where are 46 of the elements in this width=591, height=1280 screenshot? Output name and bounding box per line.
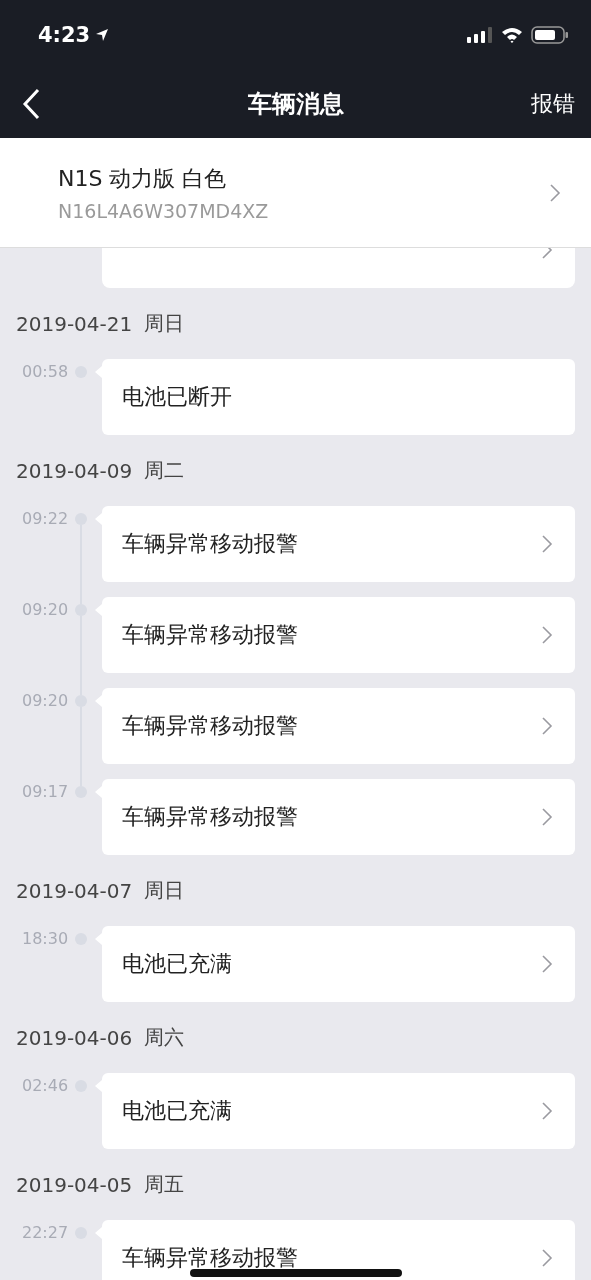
back-icon — [22, 88, 40, 120]
chevron-right-icon — [541, 716, 553, 736]
chevron-right-icon — [541, 534, 553, 554]
date-label: 2019-04-05 — [16, 1172, 133, 1197]
weekday-label: 周六 — [144, 1024, 185, 1051]
date-label: 2019-04-06 — [16, 1025, 133, 1050]
message-time: 09:20 — [22, 600, 69, 619]
chevron-right-icon — [541, 954, 553, 974]
message-card[interactable]: 电池已断开 — [102, 359, 575, 435]
message-card[interactable]: 电池已充满 — [102, 1073, 575, 1149]
message-time: 00:58 — [22, 362, 69, 381]
battery-icon — [531, 26, 569, 44]
message-time: 09:17 — [22, 782, 69, 801]
location-arrow-icon — [95, 28, 110, 42]
date-label: 2019-04-21 — [16, 311, 133, 336]
message-card[interactable]: 电池已充满 — [102, 926, 575, 1002]
message-card[interactable]: 车辆异常移动报警 — [102, 1220, 575, 1280]
message-time: 09:22 — [22, 509, 69, 528]
chevron-right-icon — [541, 807, 553, 827]
weekday-label: 周日 — [144, 877, 185, 904]
message-card[interactable]: 车辆异常移动报警 — [102, 597, 575, 673]
chevron-right-icon — [541, 1101, 553, 1121]
date-label: 2019-04-07 — [16, 878, 133, 903]
weekday-label: 周日 — [144, 310, 185, 337]
page-title: 车辆消息 — [247, 89, 344, 120]
message-time: 22:27 — [22, 1223, 69, 1242]
status-time: 4:23 — [38, 23, 91, 47]
message-time: 18:30 — [22, 929, 69, 948]
message-card[interactable]: 车辆异常移动报警 — [102, 779, 575, 855]
signal-icon — [467, 27, 493, 43]
vehicle-name: N1S 动力版 白色 — [58, 164, 228, 193]
message-time: 02:46 — [22, 1076, 69, 1095]
message-card[interactable]: 车辆异常移动报警 — [102, 506, 575, 582]
report-error-button[interactable]: 报错 — [531, 89, 575, 119]
weekday-label: 周五 — [144, 1171, 185, 1198]
message-card[interactable]: 车辆异常移动报警 — [102, 688, 575, 764]
vehicle-vin: N16L4A6W307MD4XZ — [58, 199, 269, 222]
chevron-right-icon — [541, 625, 553, 645]
wifi-icon — [501, 27, 523, 43]
weekday-label: 周二 — [144, 457, 185, 484]
back-button[interactable] — [22, 88, 40, 120]
vehicle-header[interactable]: N1S 动力版 白色 N16L4A6W307MD4XZ — [0, 138, 591, 248]
chevron-right-icon — [541, 1248, 553, 1268]
message-time: 09:20 — [22, 691, 69, 710]
chevron-right-icon — [549, 182, 561, 203]
date-label: 2019-04-09 — [16, 458, 133, 483]
